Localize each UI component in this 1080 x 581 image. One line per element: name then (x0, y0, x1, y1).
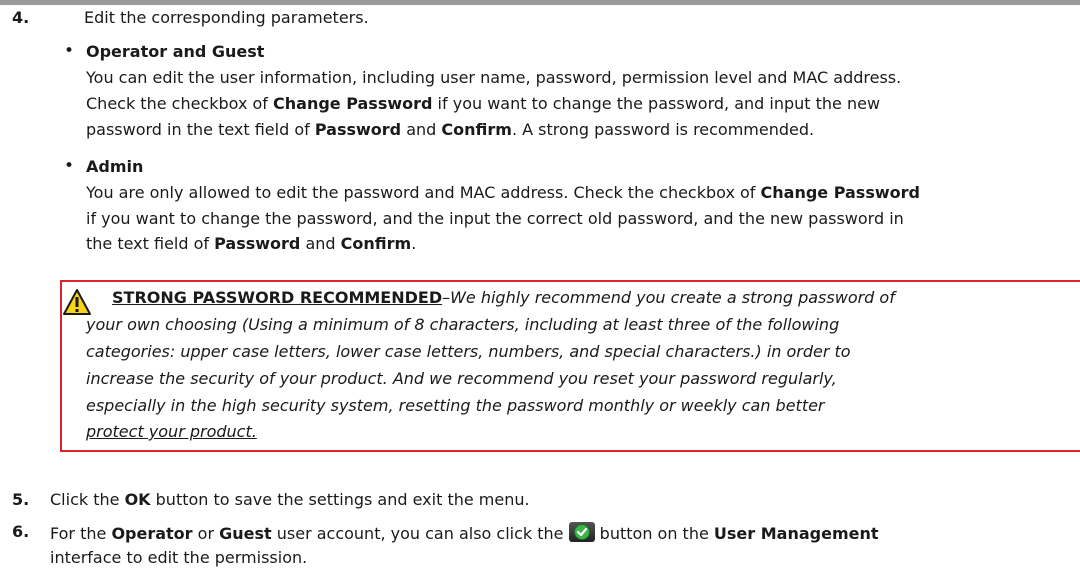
warning-line-4: increase the security of your product. A… (86, 369, 837, 388)
green-check-icon (568, 522, 595, 542)
operator-title: Operator and Guest (86, 42, 265, 61)
step-6-text: For the Operator or Guest user account, … (50, 522, 879, 543)
step-6-number: 6. (12, 522, 30, 541)
warning-line-6: protect your product. (86, 422, 257, 441)
operator-line-1: You can edit the user information, inclu… (86, 68, 902, 87)
admin-title: Admin (86, 157, 144, 176)
step-5-text: Click the OK button to save the settings… (50, 490, 530, 509)
admin-line-1: You are only allowed to edit the passwor… (86, 183, 920, 202)
step-5-number: 5. (12, 490, 30, 509)
warning-triangle-icon (63, 289, 91, 315)
operator-line-2: Check the checkbox of Change Password if… (86, 94, 881, 113)
admin-line-3: the text field of Password and Confirm. (86, 234, 417, 253)
warning-line-3: categories: upper case letters, lower ca… (86, 342, 851, 361)
warning-line-2: your own choosing (Using a minimum of 8 … (86, 315, 840, 334)
warning-line-5: especially in the high security system, … (86, 396, 825, 415)
top-rule (0, 0, 1080, 5)
operator-line-3: password in the text field of Password a… (86, 120, 815, 139)
warning-line-1: STRONG PASSWORD RECOMMENDED–We highly re… (112, 288, 895, 307)
bullet-admin: • (64, 156, 75, 176)
step-4-number: 4. (12, 8, 30, 27)
step-4-text: Edit the corresponding parameters. (84, 8, 369, 27)
admin-line-2: if you want to change the password, and … (86, 209, 904, 228)
bullet-operator: • (64, 41, 75, 61)
step-6-line-2: interface to edit the permission. (50, 548, 308, 567)
